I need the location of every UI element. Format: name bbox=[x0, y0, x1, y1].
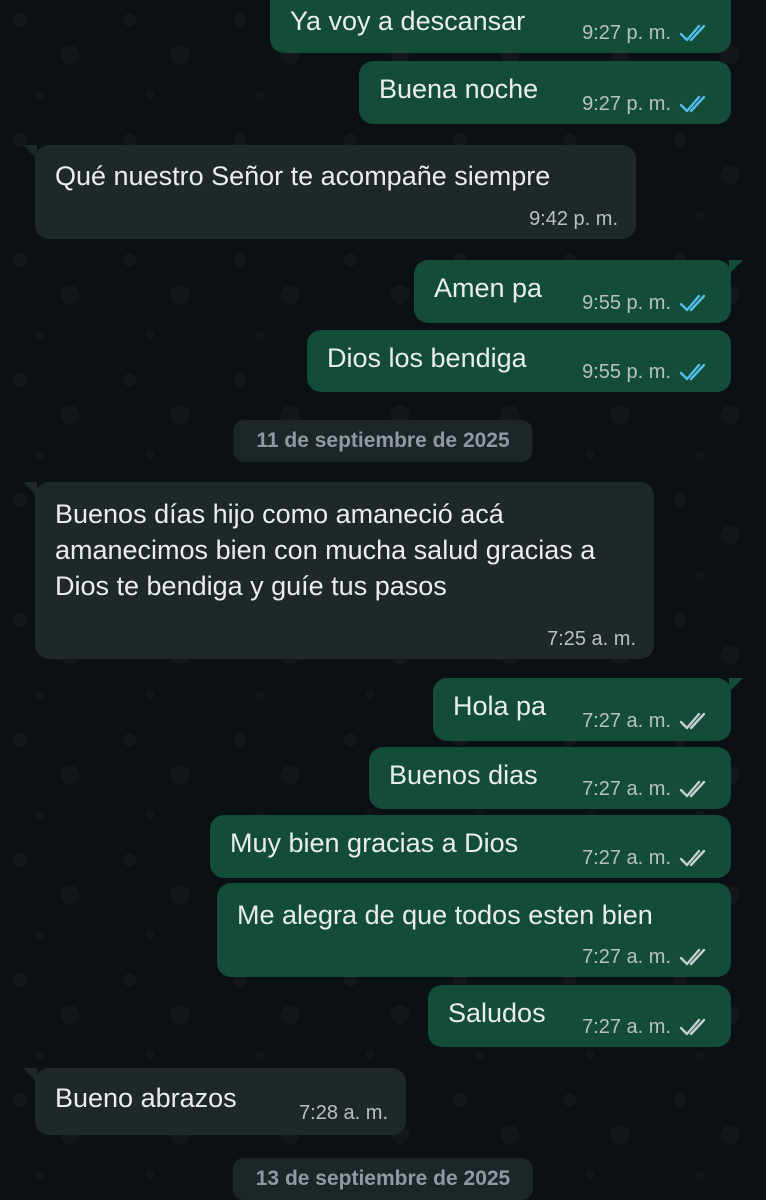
message-bubble[interactable]: Me alegra de que todos esten bien 7:27 a… bbox=[217, 883, 731, 977]
message-meta: 7:27 a. m. bbox=[582, 846, 713, 870]
message-text: Buenos días hijo como amaneció acá amane… bbox=[55, 499, 596, 601]
message-time: 9:42 p. m. bbox=[529, 208, 618, 230]
chat-thread[interactable]: Ya voy a descansar 9:27 p. m. Buena noch… bbox=[0, 0, 766, 1200]
delivered-check-icon bbox=[679, 946, 713, 968]
message-time: 9:55 p. m. bbox=[582, 361, 671, 383]
message-text: Buenos dias bbox=[389, 760, 538, 790]
date-separator: 11 de septiembre de 2025 bbox=[233, 420, 533, 462]
message-meta: 7:27 a. m. bbox=[582, 945, 713, 969]
message-bubble[interactable]: Hola pa 7:27 a. m. bbox=[433, 678, 743, 741]
message-text: Buena noche bbox=[379, 74, 539, 104]
message-meta: 7:27 a. m. bbox=[582, 777, 713, 801]
date-separator: 13 de septiembre de 2025 bbox=[232, 1158, 534, 1200]
message-time: 7:27 a. m. bbox=[582, 1016, 671, 1038]
message-bubble[interactable]: Buena noche 9:27 p. m. bbox=[359, 61, 731, 124]
message-text: Saludos bbox=[448, 998, 546, 1028]
message-time: 7:27 a. m. bbox=[582, 847, 671, 869]
message-meta: 7:25 a. m. bbox=[547, 627, 636, 651]
message-time: 9:27 p. m. bbox=[582, 93, 671, 115]
message-bubble[interactable]: Muy bien gracias a Dios 7:27 a. m. bbox=[210, 815, 731, 878]
message-bubble[interactable]: Amen pa 9:55 p. m. bbox=[414, 260, 743, 323]
message-time: 9:27 p. m. bbox=[582, 22, 671, 44]
message-meta: 9:55 p. m. bbox=[582, 291, 713, 315]
message-meta: 9:42 p. m. bbox=[529, 207, 618, 231]
read-check-icon bbox=[679, 93, 713, 115]
delivered-check-icon bbox=[679, 778, 713, 800]
message-bubble[interactable]: Ya voy a descansar 9:27 p. m. bbox=[270, 0, 731, 53]
delivered-check-icon bbox=[679, 847, 713, 869]
read-check-icon bbox=[679, 361, 713, 383]
message-text: Me alegra de que todos esten bien bbox=[237, 900, 653, 930]
message-meta: 9:55 p. m. bbox=[582, 360, 713, 384]
read-check-icon bbox=[679, 292, 713, 314]
message-bubble[interactable]: Qué nuestro Señor te acompañe siempre 9:… bbox=[23, 145, 636, 239]
message-meta: 9:27 p. m. bbox=[582, 92, 713, 116]
message-text: Muy bien gracias a Dios bbox=[230, 828, 519, 858]
message-bubble[interactable]: Buenos días hijo como amaneció acá amane… bbox=[23, 482, 654, 659]
delivered-check-icon bbox=[679, 1016, 713, 1038]
message-bubble[interactable]: Buenos dias 7:27 a. m. bbox=[369, 747, 731, 809]
delivered-check-icon bbox=[679, 710, 713, 732]
message-time: 9:55 p. m. bbox=[582, 292, 671, 314]
message-meta: 7:28 a. m. bbox=[299, 1101, 388, 1125]
message-text: Dios los bendiga bbox=[327, 343, 527, 373]
message-time: 7:28 a. m. bbox=[299, 1102, 388, 1124]
message-bubble[interactable]: Bueno abrazos 7:28 a. m. bbox=[23, 1068, 406, 1135]
message-bubble[interactable]: Dios los bendiga 9:55 p. m. bbox=[307, 330, 731, 392]
message-text: Amen pa bbox=[434, 273, 543, 303]
message-meta: 9:27 p. m. bbox=[582, 21, 713, 45]
message-text: Hola pa bbox=[453, 691, 547, 721]
message-bubble[interactable]: Saludos 7:27 a. m. bbox=[428, 985, 731, 1047]
message-text: Qué nuestro Señor te acompañe siempre bbox=[55, 161, 551, 191]
message-text: Ya voy a descansar bbox=[290, 6, 526, 36]
message-meta: 7:27 a. m. bbox=[582, 1015, 713, 1039]
message-time: 7:27 a. m. bbox=[582, 946, 671, 968]
message-text: Bueno abrazos bbox=[55, 1083, 237, 1113]
message-meta: 7:27 a. m. bbox=[582, 709, 713, 733]
read-check-icon bbox=[679, 22, 713, 44]
message-time: 7:27 a. m. bbox=[582, 778, 671, 800]
message-time: 7:27 a. m. bbox=[582, 710, 671, 732]
message-time: 7:25 a. m. bbox=[547, 628, 636, 650]
